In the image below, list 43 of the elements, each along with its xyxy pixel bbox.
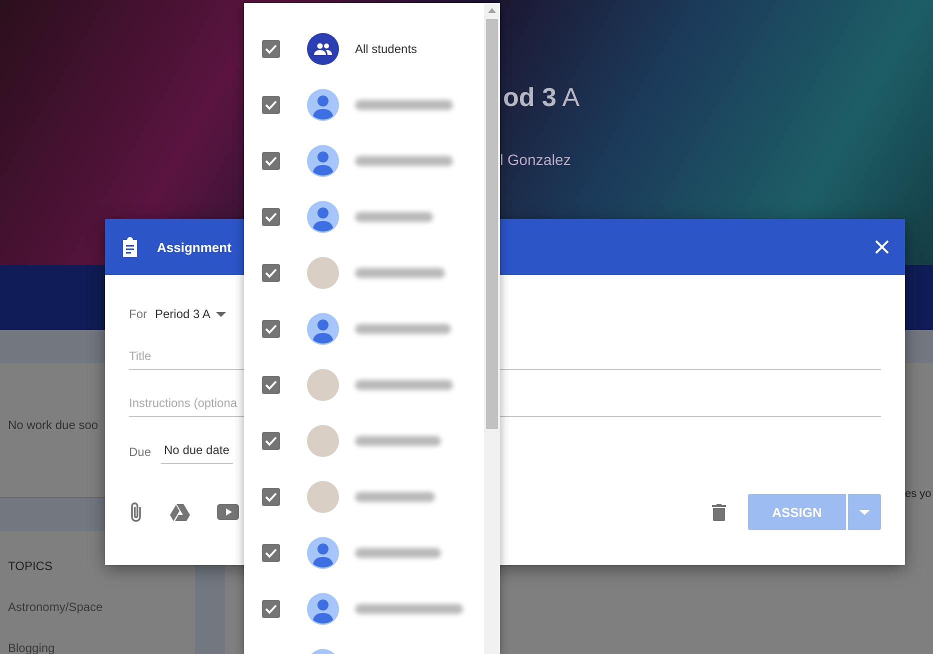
avatar-silhouette-icon [307, 537, 339, 569]
class-dropdown[interactable]: Period 3 A [155, 307, 226, 321]
topics-heading: TOPICS [8, 559, 54, 573]
avatar-picture [307, 369, 339, 401]
checkbox[interactable] [262, 264, 280, 282]
checkbox[interactable] [262, 376, 280, 394]
avatar-picture [307, 425, 339, 457]
checkbox[interactable] [262, 320, 280, 338]
scrollbar[interactable] [484, 3, 500, 654]
checkbox[interactable] [262, 96, 280, 114]
avatar-silhouette-icon [307, 593, 339, 625]
youtube-icon[interactable] [217, 504, 239, 520]
student-option[interactable]: All students [355, 42, 418, 56]
checkbox[interactable] [262, 432, 280, 450]
checkbox[interactable] [262, 544, 280, 562]
avatar-picture [307, 481, 339, 513]
group-icon [307, 33, 339, 65]
due-label: Due [129, 444, 152, 458]
scrollbar-thumb[interactable] [486, 19, 498, 429]
paperclip-icon[interactable] [129, 501, 143, 523]
checkbox[interactable] [262, 152, 280, 170]
close-icon[interactable] [875, 240, 889, 254]
stream-text: es yo [905, 488, 932, 500]
avatar-silhouette-icon [307, 201, 339, 233]
caret-icon [859, 510, 870, 514]
upcoming-text: No work due soo [8, 418, 98, 432]
drive-icon[interactable] [170, 504, 190, 520]
clipboard-icon [121, 237, 139, 257]
checkbox[interactable] [262, 600, 280, 618]
avatar-silhouette-icon [307, 145, 339, 177]
class-title: od 3 A [503, 82, 580, 113]
checkbox[interactable] [262, 488, 280, 506]
dialog-title: Assignment [157, 240, 232, 254]
checkbox[interactable] [262, 208, 280, 226]
avatar-silhouette-icon [307, 313, 339, 345]
for-label: For [129, 307, 147, 321]
avatar-picture [307, 257, 339, 289]
teacher-name: l Gonzalez [500, 152, 571, 169]
due-date-field[interactable]: No due date [161, 439, 234, 464]
avatar-silhouette-icon [307, 89, 339, 121]
caret-icon [216, 312, 226, 316]
checkbox[interactable] [262, 40, 280, 58]
trash-icon[interactable] [712, 503, 726, 521]
